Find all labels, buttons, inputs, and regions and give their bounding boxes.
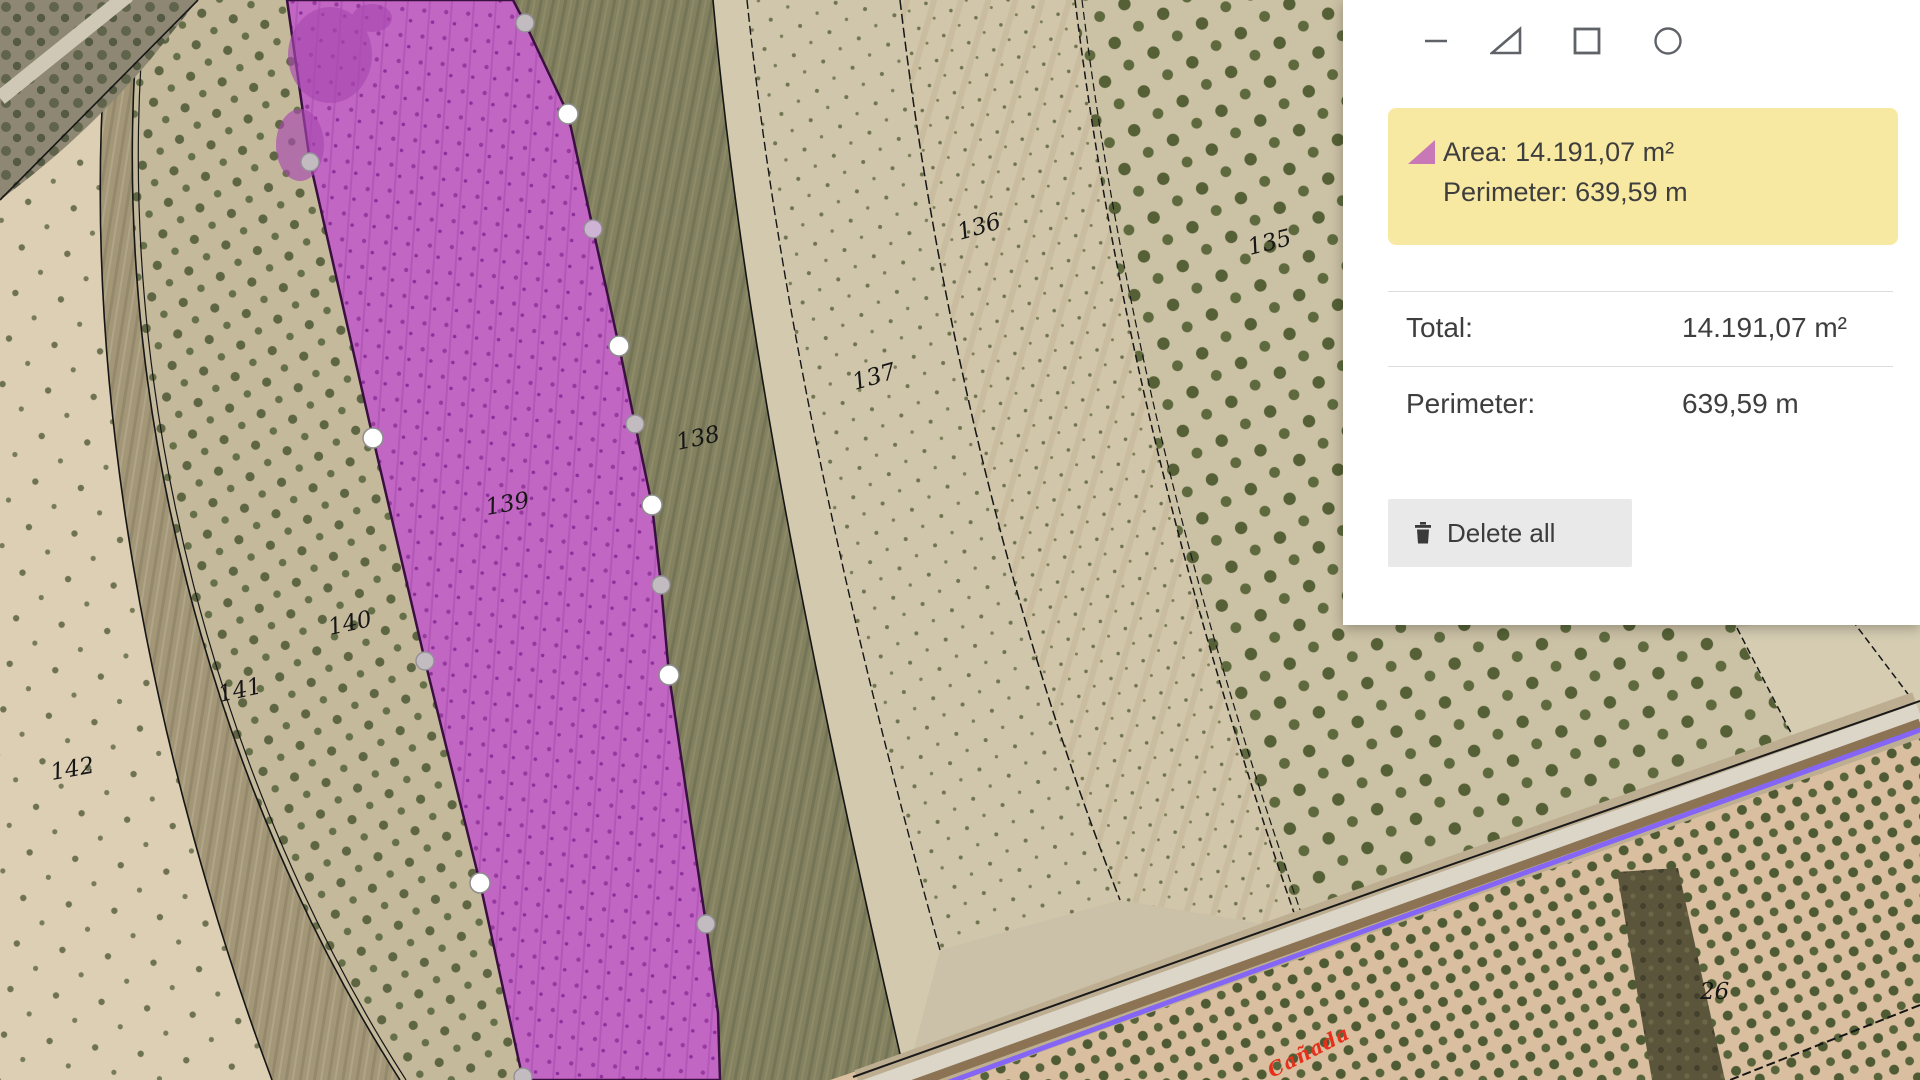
vertex-handle[interactable]	[470, 873, 490, 893]
vertex-handle[interactable]	[642, 495, 662, 515]
rectangle-tool-button[interactable]	[1564, 18, 1610, 64]
total-label: Total:	[1406, 312, 1473, 344]
measurement-panel: Area: 14.191,07 m² Perimeter: 639,59 m T…	[1343, 0, 1920, 625]
active-measurement-box[interactable]: Area: 14.191,07 m² Perimeter: 639,59 m	[1388, 108, 1898, 245]
divider	[1388, 366, 1893, 367]
active-perimeter-value: 639,59 m	[1575, 177, 1688, 207]
line-tool-icon	[1423, 28, 1449, 54]
vertex-handle-mid[interactable]	[652, 576, 670, 594]
active-perimeter-line: Perimeter: 639,59 m	[1443, 172, 1688, 212]
total-value: 14.191,07 m²	[1682, 312, 1847, 344]
active-area-line: Area: 14.191,07 m²	[1443, 132, 1688, 172]
area-tool-icon	[1490, 26, 1522, 56]
trash-icon	[1414, 522, 1432, 544]
vertex-handle-mid[interactable]	[516, 14, 534, 32]
delete-all-label: Delete all	[1447, 518, 1555, 549]
vertex-handle[interactable]	[558, 104, 578, 124]
vertex-handle-mid[interactable]	[514, 1068, 532, 1080]
perimeter-value: 639,59 m	[1682, 388, 1799, 420]
active-area-label: Area:	[1443, 137, 1508, 167]
vertex-handle[interactable]	[363, 428, 383, 448]
perimeter-label: Perimeter:	[1406, 388, 1535, 420]
area-shape-icon	[1408, 140, 1435, 164]
active-perimeter-label: Perimeter:	[1443, 177, 1568, 207]
divider	[1388, 291, 1893, 292]
app-window: 135 136 137 138 139 140 141 142 26 Cañad…	[0, 0, 1920, 1080]
area-tool-button[interactable]	[1483, 18, 1529, 64]
circle-tool-button[interactable]	[1645, 18, 1691, 64]
vertex-handle-mid[interactable]	[626, 415, 644, 433]
vertex-handle-mid[interactable]	[416, 652, 434, 670]
circle-tool-icon	[1653, 26, 1683, 56]
vertex-handle[interactable]	[659, 665, 679, 685]
vertex-handle-mid[interactable]	[301, 153, 319, 171]
active-area-value: 14.191,07 m²	[1515, 137, 1674, 167]
vertex-handle-mid[interactable]	[697, 915, 715, 933]
parcel-label-26: 26	[1699, 979, 1729, 1005]
vertex-handle[interactable]	[609, 336, 629, 356]
delete-all-button[interactable]: Delete all	[1388, 499, 1632, 567]
measure-toolbar	[1343, 18, 1920, 68]
rectangle-tool-icon	[1573, 27, 1601, 55]
line-tool-button[interactable]	[1413, 18, 1459, 64]
vertex-handle-mid[interactable]	[584, 220, 602, 238]
